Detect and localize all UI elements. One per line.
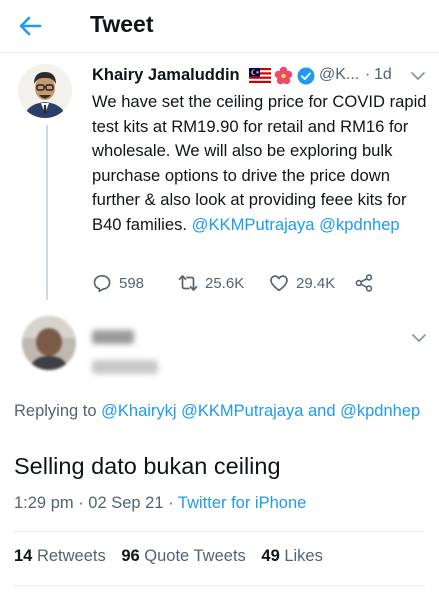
- mention-link[interactable]: @KKMPutrajaya: [192, 215, 315, 234]
- reply-button[interactable]: 598: [92, 272, 144, 294]
- like-count: 29.4K: [296, 274, 336, 292]
- retweets-stat[interactable]: 14 Retweets: [14, 547, 106, 565]
- tweet-actions: 598 25.6K 29.4K: [92, 272, 422, 294]
- hibiscus-icon: [274, 66, 293, 85]
- divider: [14, 585, 425, 586]
- retweet-count: 25.6K: [205, 274, 245, 292]
- retweet-icon: [178, 275, 198, 291]
- author-name[interactable]: Khairy Jamaluddin: [92, 66, 240, 85]
- quote-tweets-label: Quote Tweets: [144, 547, 246, 565]
- tweet-date[interactable]: 02 Sep 21: [88, 494, 163, 512]
- reply-tweet-text: Selling dato bukan ceiling: [14, 453, 281, 479]
- chevron-down-icon[interactable]: [410, 68, 426, 84]
- reply-icon: [93, 274, 111, 293]
- thread-line: [46, 125, 48, 300]
- quote-tweets-stat[interactable]: 96 Quote Tweets: [121, 547, 245, 565]
- like-icon: [270, 275, 288, 292]
- back-arrow-icon[interactable]: [14, 10, 46, 42]
- verified-badge-icon: [297, 67, 315, 85]
- avatar[interactable]: [18, 64, 72, 118]
- replying-to-label: Replying to: [14, 402, 102, 420]
- replying-to: Replying to @Khairykj @KKMPutrajaya and …: [14, 400, 434, 423]
- retweets-label: Retweets: [36, 547, 106, 565]
- likes-label: Likes: [284, 547, 323, 565]
- reply-count: 598: [119, 274, 145, 292]
- likes-count: 49: [261, 547, 280, 565]
- tweet-meta: 1:29 pm · 02 Sep 21 · Twitter for iPhone: [14, 494, 306, 513]
- mention-link[interactable]: @Khairykj: [101, 402, 176, 420]
- mention-link[interactable]: and: [303, 402, 336, 420]
- like-button[interactable]: 29.4K: [269, 272, 335, 294]
- separator-dot: ·: [73, 494, 89, 512]
- retweet-button[interactable]: 25.6K: [178, 272, 244, 294]
- tweet-timestamp[interactable]: 1d: [374, 66, 392, 84]
- retweets-count: 14: [14, 547, 33, 565]
- quote-tweets-count: 96: [121, 547, 140, 565]
- avatar[interactable]: [22, 316, 76, 370]
- tweet-text: We have set the ceiling price for COVID …: [92, 90, 432, 238]
- divider: [14, 531, 425, 532]
- page-title: Tweet: [90, 11, 154, 37]
- share-button[interactable]: [354, 272, 374, 294]
- author-handle[interactable]: @K...: [319, 66, 359, 84]
- likes-stat[interactable]: 49 Likes: [261, 547, 322, 565]
- top-bar: Tweet: [0, 0, 439, 53]
- separator-dot: ·: [163, 494, 178, 512]
- author-handle-redacted: [92, 360, 158, 374]
- tweet-text-content: We have set the ceiling price for COVID …: [92, 92, 427, 234]
- mention-link[interactable]: @kpdnhep: [340, 402, 420, 420]
- tweet-source[interactable]: Twitter for iPhone: [178, 494, 306, 512]
- engagement-stats: 14 Retweets 96 Quote Tweets 49 Likes: [14, 547, 334, 566]
- author-name-redacted: [92, 330, 134, 344]
- chevron-down-icon[interactable]: [411, 330, 427, 346]
- share-icon: [355, 274, 373, 292]
- separator-dot: ·: [365, 66, 371, 83]
- tweet-time[interactable]: 1:29 pm: [14, 494, 74, 512]
- mention-link[interactable]: @KKMPutrajaya: [181, 402, 303, 420]
- mention-link[interactable]: @kpdnhep: [319, 215, 400, 234]
- malaysia-flag-icon: [249, 68, 271, 83]
